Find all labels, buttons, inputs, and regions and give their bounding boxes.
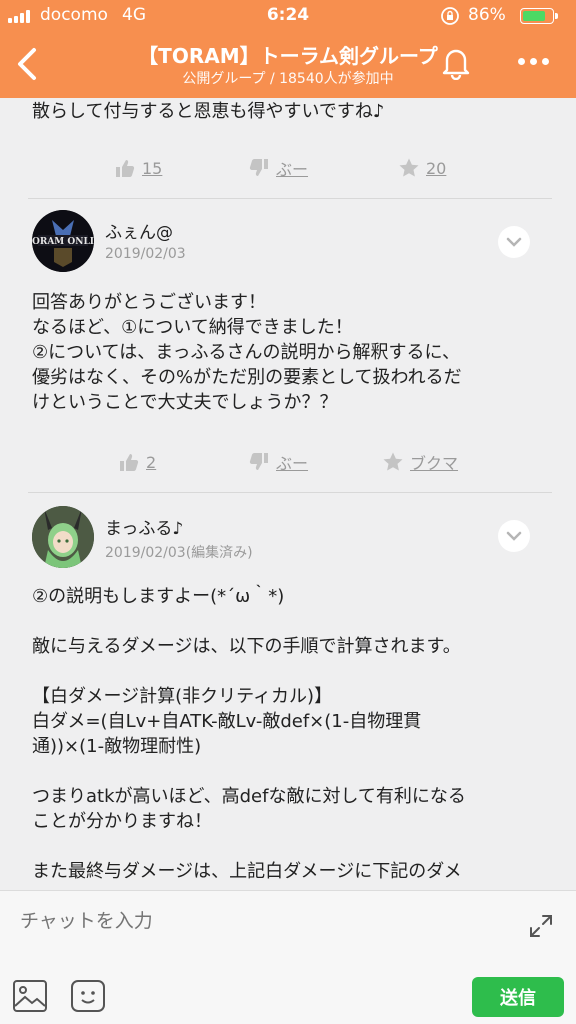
- group-subtitle: 公開グループ / 18540人が参加中: [182, 71, 394, 87]
- battery-icon: [520, 8, 558, 24]
- star-icon: [383, 452, 403, 471]
- thumbs-down-icon: [249, 159, 268, 176]
- username[interactable]: ふぇん@: [105, 218, 173, 243]
- dislike-button[interactable]: ぶー: [248, 148, 308, 188]
- thumbs-up-icon: [120, 454, 139, 471]
- bookmark-button[interactable]: 20: [398, 148, 446, 188]
- sticker-icon[interactable]: [70, 979, 106, 1013]
- send-button[interactable]: 送信: [472, 977, 564, 1017]
- like-count: 2: [146, 452, 157, 472]
- character-avatar-icon: [32, 506, 94, 568]
- post-reactions: 15 ぶー 20: [0, 148, 576, 188]
- star-icon: [399, 158, 419, 177]
- like-button[interactable]: 15: [114, 148, 162, 188]
- post-text: 散らして付与すると恩恵も得やすいですね♪: [32, 101, 385, 122]
- avatar[interactable]: [32, 506, 94, 568]
- app-header: docomo 4G 6:24 86% 【TORAM】トーラム剣グループ 公開グル…: [0, 0, 576, 98]
- svg-text:ORAM ONLI: ORAM ONLI: [32, 237, 94, 247]
- thumbs-down-icon: [249, 453, 268, 470]
- image-icon[interactable]: [12, 979, 48, 1013]
- rotation-lock-icon: [441, 7, 459, 25]
- like-count: 15: [142, 158, 163, 178]
- post-menu-button[interactable]: [498, 520, 530, 552]
- bookmark-button[interactable]: ブクマ: [382, 442, 458, 482]
- chevron-down-icon: [506, 237, 522, 247]
- status-bar: docomo 4G 6:24 86%: [0, 0, 576, 30]
- thumbs-up-icon: [116, 160, 135, 177]
- toram-logo-avatar-icon: ORAM ONLI: [32, 210, 94, 272]
- post-text: 回答ありがとうございます！ なるほど、①について納得できました！ ②については、…: [32, 292, 462, 413]
- more-icon[interactable]: [512, 48, 556, 76]
- divider: [28, 492, 552, 493]
- bookmark-label: ブクマ: [410, 454, 459, 473]
- chevron-down-icon: [506, 531, 522, 541]
- dislike-label: ぶー: [276, 454, 309, 473]
- avatar[interactable]: ORAM ONLI: [32, 210, 94, 272]
- group-title: 【TORAM】トーラム剣グループ: [138, 44, 438, 68]
- post-text: ②の説明もしますよー(*´ω｀*) 敵に与えるダメージは、以下の手順で計算されま…: [32, 586, 466, 882]
- dislike-label: ぶー: [276, 160, 309, 179]
- bell-icon[interactable]: [438, 44, 474, 80]
- divider: [28, 198, 552, 199]
- expand-icon[interactable]: [526, 911, 556, 941]
- post-date: 2019/02/03(編集済み): [105, 545, 253, 561]
- post-reactions: 2 ぶー ブクマ: [0, 442, 576, 482]
- bookmark-count: 20: [426, 158, 447, 178]
- chat-content[interactable]: 散らして付与すると恩恵も得やすいですね♪ 15 ぶー 20 ORAM ONLI …: [0, 98, 576, 890]
- dislike-button[interactable]: ぶー: [248, 442, 308, 482]
- post-menu-button[interactable]: [498, 226, 530, 258]
- like-button[interactable]: 2: [118, 442, 156, 482]
- post-date: 2019/02/03: [105, 246, 186, 262]
- battery-percent: 86%: [468, 5, 506, 25]
- username[interactable]: まっふる♪: [105, 514, 183, 539]
- battery-fill: [523, 11, 546, 21]
- chat-input[interactable]: [0, 891, 510, 951]
- composer: 送信: [0, 890, 576, 1024]
